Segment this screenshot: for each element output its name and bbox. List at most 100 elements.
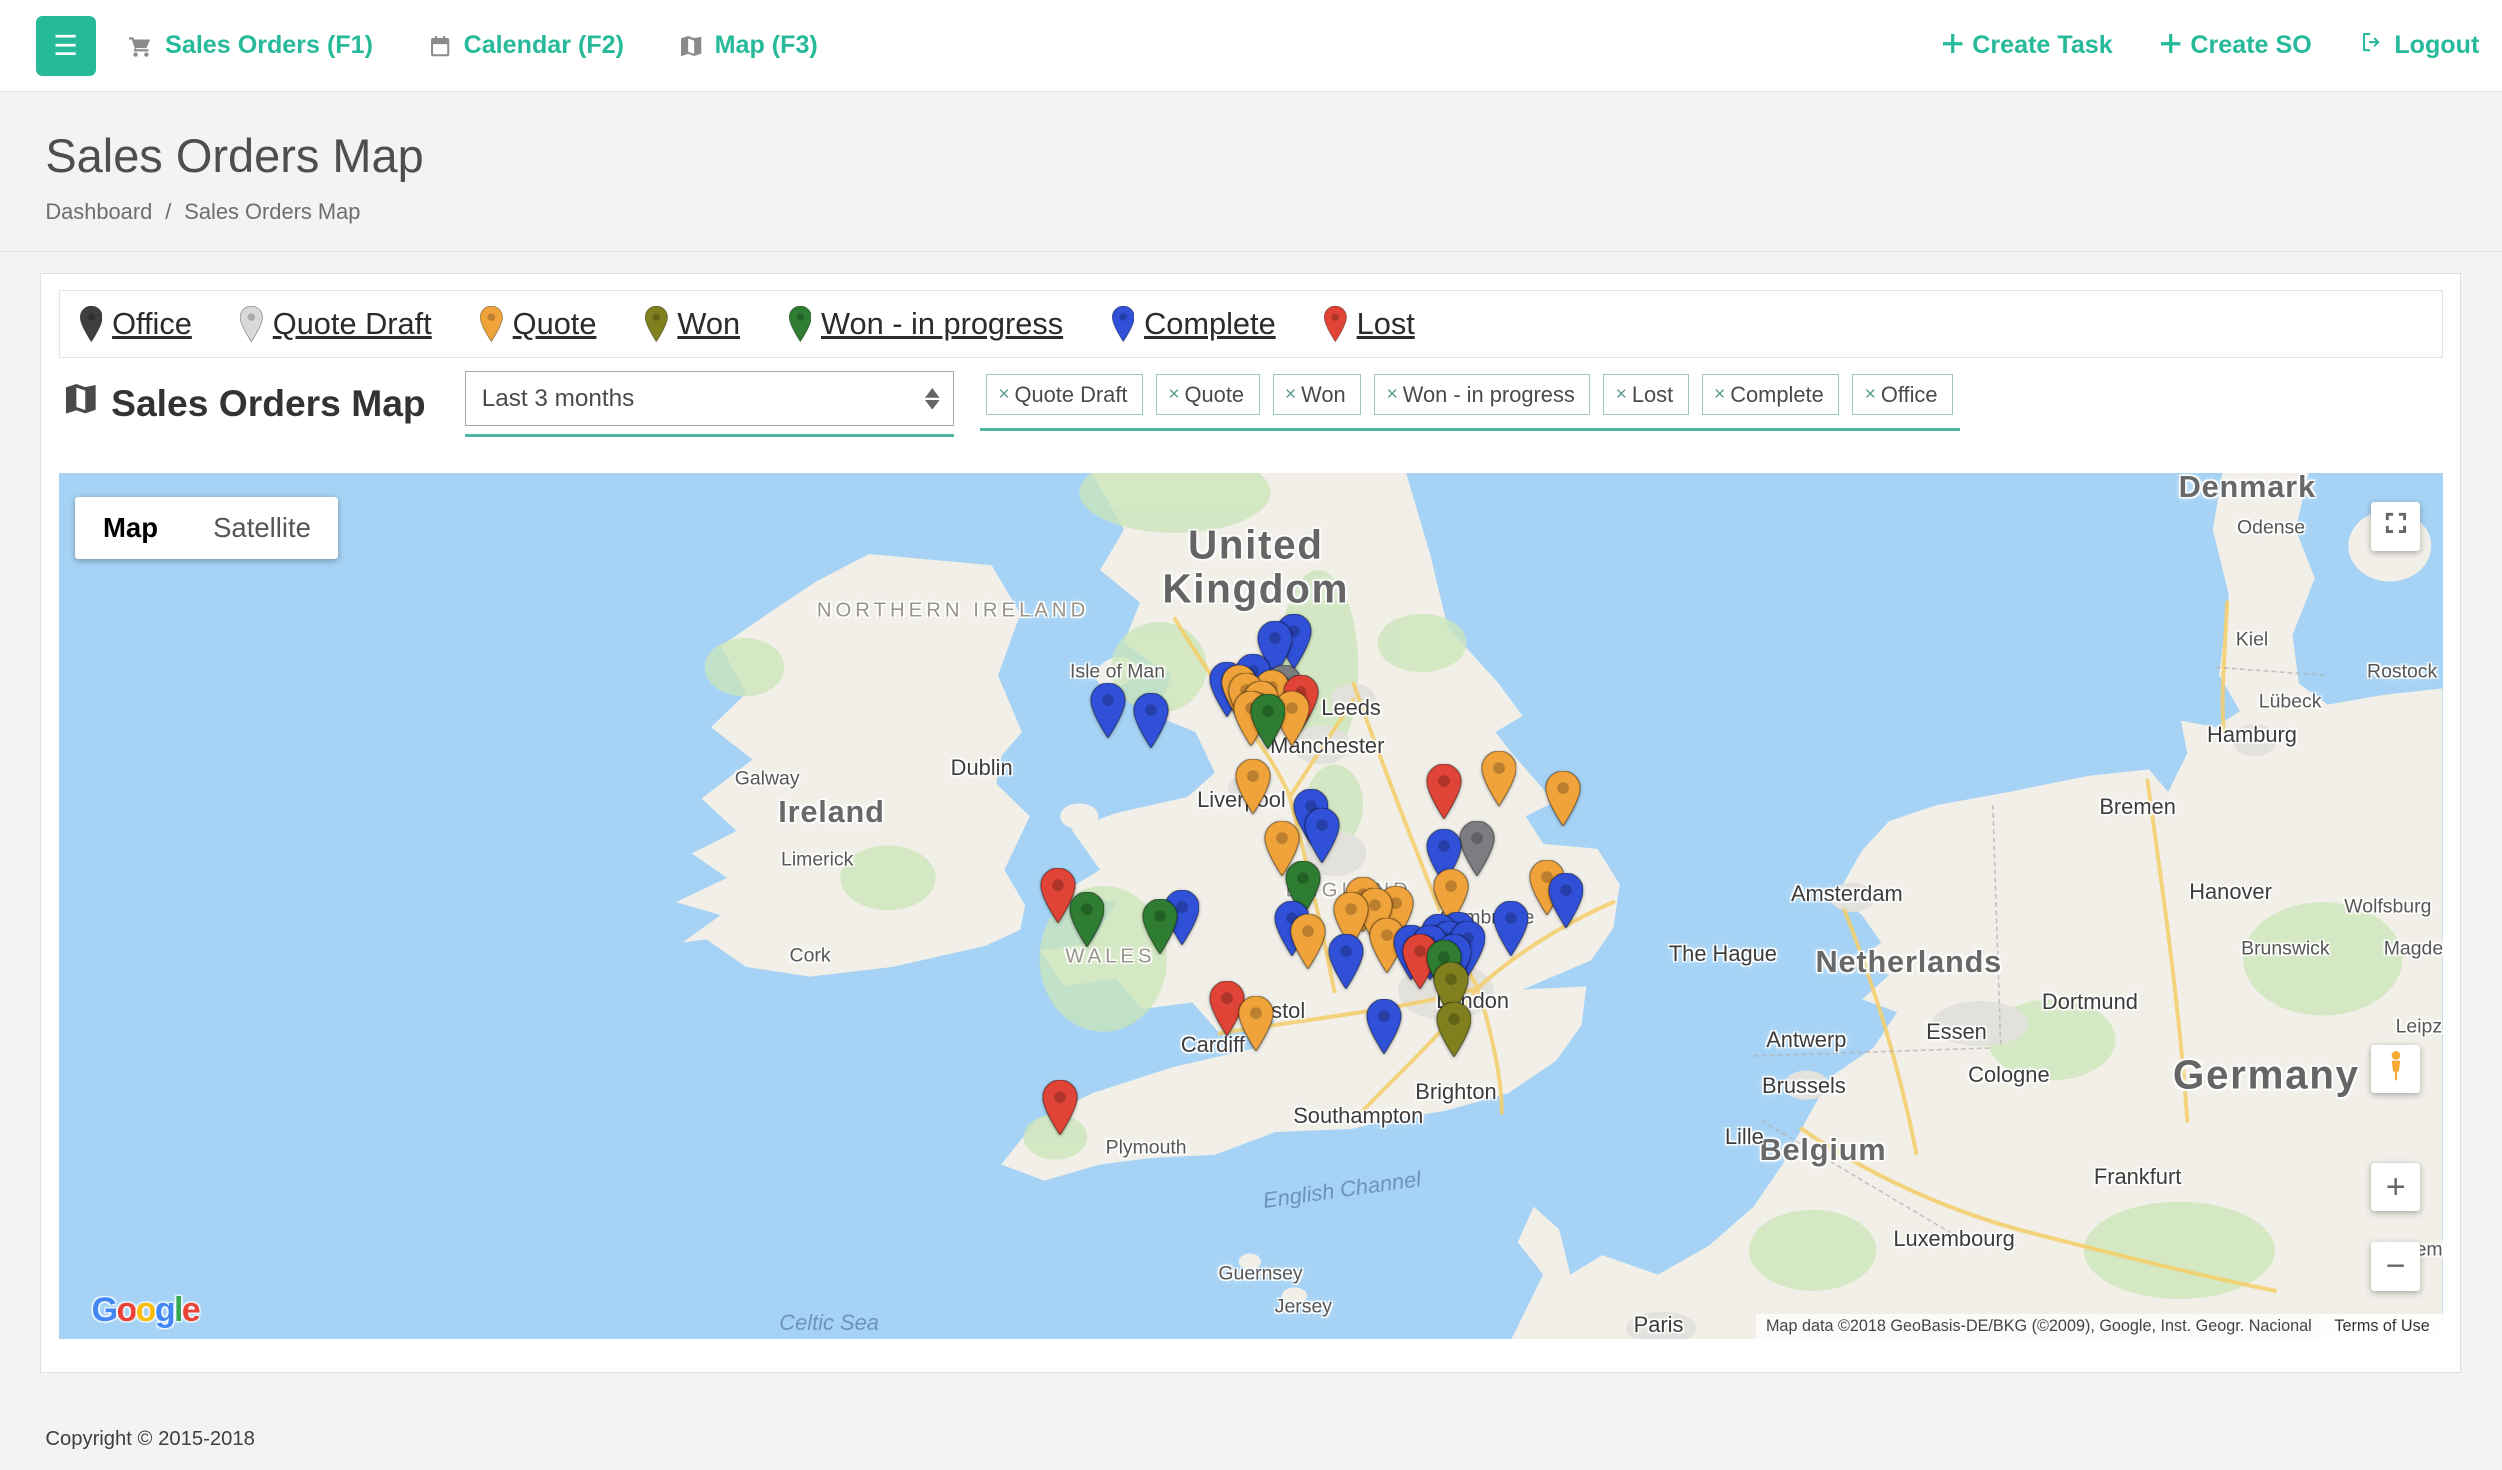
page-header: Sales Orders Map Dashboard / Sales Order… xyxy=(0,92,2502,252)
marker-pin-icon xyxy=(789,306,812,342)
legend-label: Quote xyxy=(513,306,597,342)
zoom-out-button[interactable]: − xyxy=(2371,1242,2420,1291)
remove-tag-icon[interactable]: × xyxy=(1865,383,1876,406)
filter-tag[interactable]: ×Quote xyxy=(1156,374,1260,415)
legend-label: Quote Draft xyxy=(273,306,432,342)
page-title: Sales Orders Map xyxy=(45,128,2502,183)
period-select-value: Last 3 months xyxy=(482,385,925,413)
map-marker[interactable] xyxy=(1545,770,1581,832)
legend-label: Won - in progress xyxy=(821,306,1063,342)
map-marker[interactable] xyxy=(1143,899,1179,961)
nav-calendar[interactable]: Calendar (F2) xyxy=(428,31,624,60)
cart-icon xyxy=(128,33,154,59)
filter-tag[interactable]: ×Quote Draft xyxy=(986,374,1143,415)
calendar-icon xyxy=(428,34,452,58)
map-attribution: Map data ©2018 GeoBasis-DE/BKG (©2009), … xyxy=(1756,1314,2442,1339)
map-marker[interactable] xyxy=(1329,934,1365,996)
street-view-pegman[interactable] xyxy=(2371,1045,2420,1094)
filter-tag[interactable]: ×Won xyxy=(1273,374,1362,415)
marker-pin-icon xyxy=(1112,306,1135,342)
fullscreen-icon xyxy=(2383,510,2409,542)
legend-label: Lost xyxy=(1357,306,1415,342)
map-marker[interactable] xyxy=(1436,1002,1472,1064)
legend-item[interactable]: Won - in progress xyxy=(789,306,1063,342)
legend-label: Office xyxy=(112,306,192,342)
marker-pin-icon xyxy=(80,306,103,342)
map-marker[interactable] xyxy=(1090,683,1126,745)
map-icon xyxy=(63,381,99,426)
remove-tag-icon[interactable]: × xyxy=(1168,383,1179,406)
remove-tag-icon[interactable]: × xyxy=(998,383,1009,406)
main-nav: Sales Orders (F1) Calendar (F2) Map (F3) xyxy=(128,31,818,60)
map-marker[interactable] xyxy=(1493,901,1529,963)
legend-item[interactable]: Office xyxy=(80,306,192,342)
filter-tag[interactable]: ×Complete xyxy=(1702,374,1840,415)
breadcrumb-dashboard[interactable]: Dashboard xyxy=(45,199,152,225)
app-root: ☰ Sales Orders (F1) Calendar (F2) Map (F… xyxy=(0,0,2502,1470)
marker-pin-icon xyxy=(480,306,503,342)
remove-tag-icon[interactable]: × xyxy=(1616,383,1627,406)
google-logo: Google xyxy=(92,1291,199,1330)
plus-icon xyxy=(1943,31,1962,60)
logout-icon xyxy=(2360,30,2384,61)
nav-sales-orders[interactable]: Sales Orders (F1) xyxy=(128,31,373,60)
terms-of-use-link[interactable]: Terms of Use xyxy=(2321,1314,2442,1339)
map-marker[interactable] xyxy=(1069,892,1105,954)
filter-tag[interactable]: ×Lost xyxy=(1603,374,1688,415)
create-task-button[interactable]: Create Task xyxy=(1943,31,2113,60)
legend-label: Complete xyxy=(1144,306,1276,342)
sales-orders-map-panel: Office Quote Draft Quote Won Won - in progre… xyxy=(40,273,2461,1373)
nav-label: Map (F3) xyxy=(715,31,818,60)
map-icon xyxy=(679,34,703,58)
panel-title: Sales Orders Map xyxy=(63,381,426,426)
period-select[interactable]: Last 3 months xyxy=(465,371,954,426)
map-marker[interactable] xyxy=(1236,759,1272,821)
map-marker[interactable] xyxy=(1290,914,1326,976)
satellite-view-button[interactable]: Satellite xyxy=(186,497,339,559)
nav-label: Sales Orders (F1) xyxy=(165,31,373,60)
map-marker[interactable] xyxy=(1238,996,1274,1058)
map-view-button[interactable]: Map xyxy=(75,497,185,559)
map-canvas[interactable]: United KingdomNORTHERN IRELANDIsle of Ma… xyxy=(59,473,2442,1339)
marker-pin-icon xyxy=(240,306,263,342)
marker-pin-icon xyxy=(645,306,668,342)
nav-map[interactable]: Map (F3) xyxy=(679,31,818,60)
period-select-wrap: Last 3 months xyxy=(465,371,954,437)
map-marker[interactable] xyxy=(1548,873,1584,935)
legend-item[interactable]: Quote xyxy=(480,306,596,342)
land-ireland xyxy=(676,554,1030,977)
legend-label: Won xyxy=(677,306,740,342)
legend-item[interactable]: Won xyxy=(645,306,740,342)
breadcrumb-separator: / xyxy=(165,199,171,225)
legend-item[interactable]: Quote Draft xyxy=(240,306,431,342)
zoom-in-button[interactable]: + xyxy=(2371,1163,2420,1212)
select-spinner-icon xyxy=(925,388,940,409)
fullscreen-button[interactable] xyxy=(2371,502,2420,551)
map-data-attribution: Map data ©2018 GeoBasis-DE/BKG (©2009), … xyxy=(1756,1314,2321,1339)
breadcrumb-current: Sales Orders Map xyxy=(184,199,360,225)
map-marker[interactable] xyxy=(1133,692,1169,754)
filter-tag[interactable]: ×Won - in progress xyxy=(1374,374,1590,415)
hamburger-icon: ☰ xyxy=(53,30,78,62)
legend-item[interactable]: Lost xyxy=(1324,306,1414,342)
map-marker[interactable] xyxy=(1426,764,1462,826)
map-marker[interactable] xyxy=(1481,751,1517,813)
panel-header: Sales Orders Map Last 3 months ×Quote Dr… xyxy=(59,371,2442,437)
remove-tag-icon[interactable]: × xyxy=(1387,383,1398,406)
menu-toggle-button[interactable]: ☰ xyxy=(36,16,96,76)
map-marker[interactable] xyxy=(1250,694,1286,756)
remove-tag-icon[interactable]: × xyxy=(1285,383,1296,406)
map-marker[interactable] xyxy=(1367,999,1403,1061)
plus-icon xyxy=(2161,31,2180,60)
nav-actions: Create Task Create SO Logout xyxy=(1943,30,2479,61)
filter-tag[interactable]: ×Office xyxy=(1852,374,1953,415)
map-marker[interactable] xyxy=(1043,1080,1079,1142)
top-navbar: ☰ Sales Orders (F1) Calendar (F2) Map (F… xyxy=(0,0,2502,92)
footer-copyright: Copyright © 2015-2018 xyxy=(45,1428,2502,1451)
legend-items: Office Quote Draft Quote Won Won - in progre… xyxy=(59,290,2442,358)
legend-item[interactable]: Complete xyxy=(1112,306,1276,342)
create-so-button[interactable]: Create SO xyxy=(2161,31,2311,60)
nav-label: Calendar (F2) xyxy=(464,31,624,60)
remove-tag-icon[interactable]: × xyxy=(1714,383,1725,406)
logout-button[interactable]: Logout xyxy=(2360,30,2479,61)
